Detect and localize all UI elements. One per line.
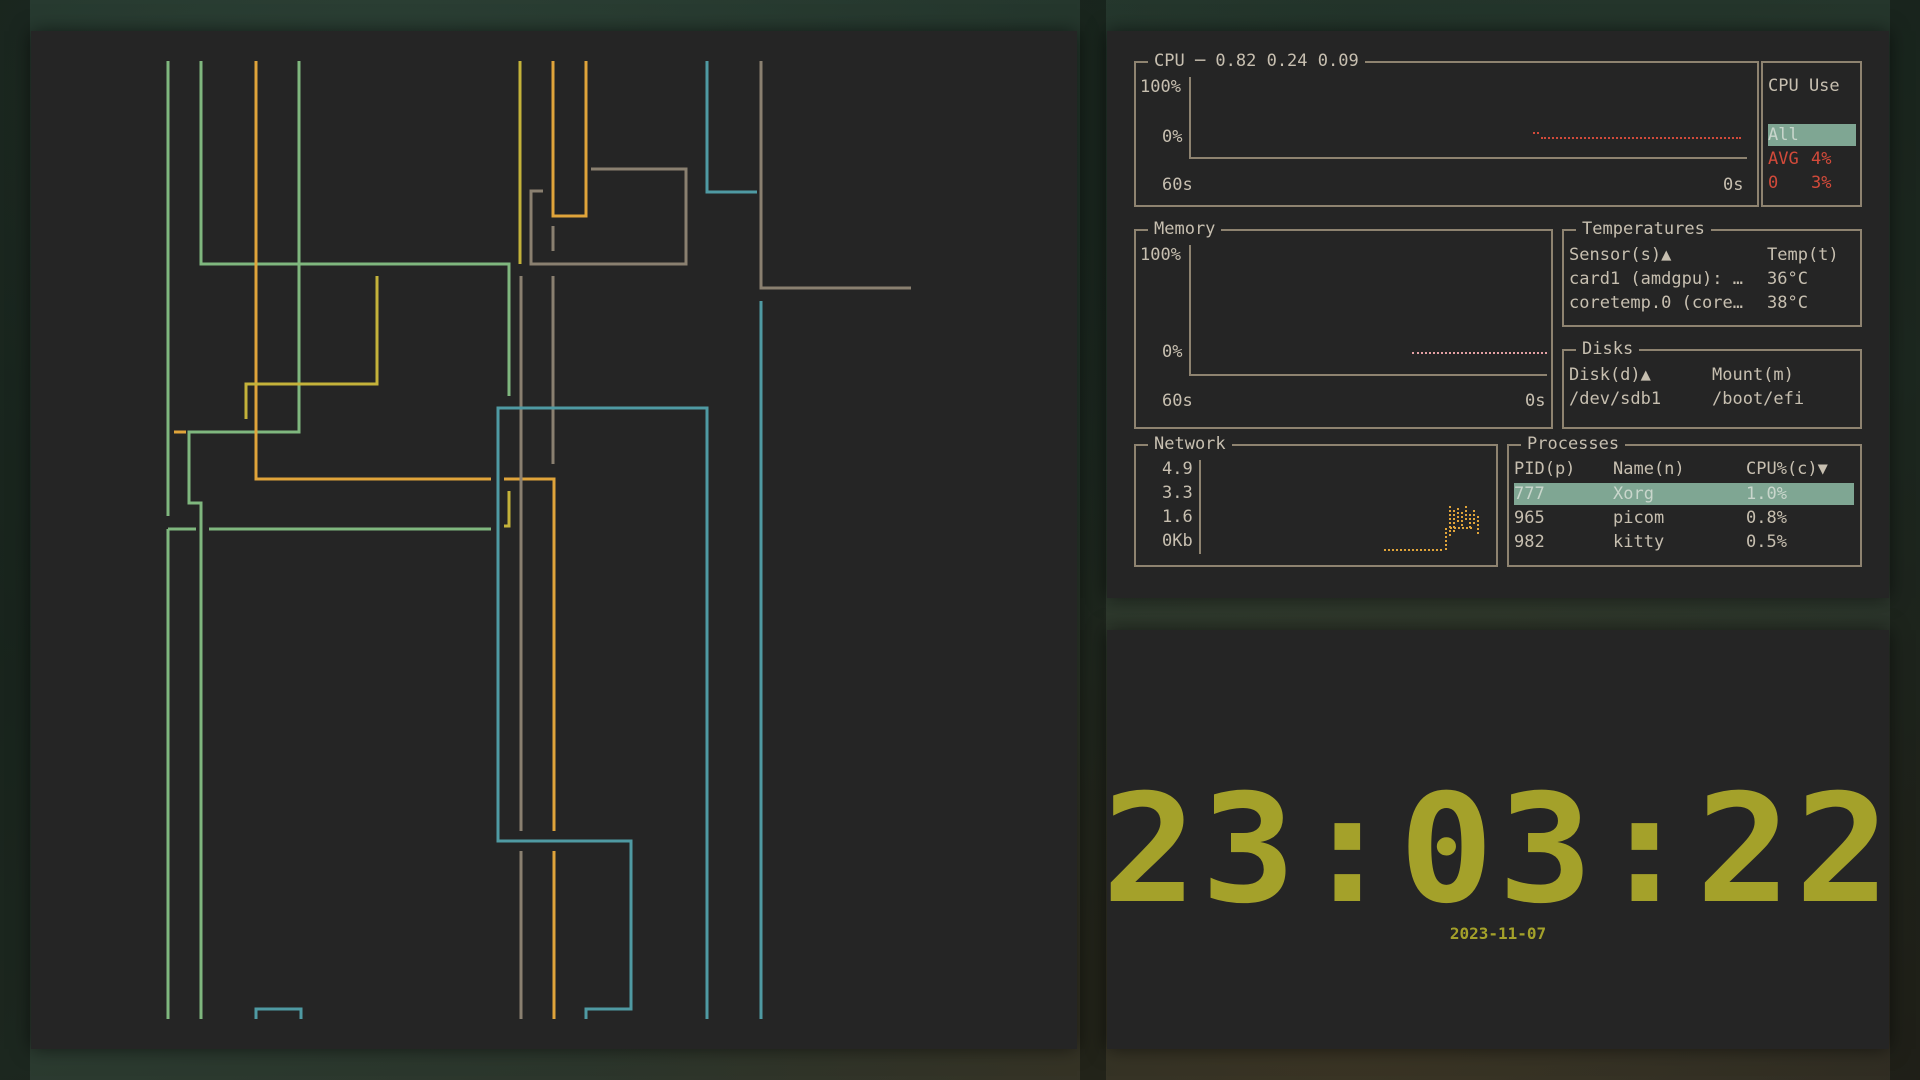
- process-pid: 777: [1514, 484, 1545, 504]
- network-tick-label: 4.9: [1162, 459, 1193, 479]
- process-name: picom: [1613, 508, 1665, 528]
- temperatures-header-temp[interactable]: Temp(t): [1767, 245, 1839, 265]
- cpu-usage-line: [1541, 137, 1741, 139]
- wallpaper-tree: [0, 0, 30, 1080]
- disks-panel-title: Disks: [1576, 339, 1640, 359]
- cpu-use-row-value: 3%: [1811, 173, 1832, 193]
- process-row-selected[interactable]: 777 Xorg 1.0%: [1514, 483, 1854, 505]
- process-row[interactable]: 982 kitty 0.5%: [1514, 531, 1854, 553]
- network-y-axis: [1199, 460, 1201, 554]
- pipe-orange: [254, 61, 491, 481]
- cpu-x-right-label: 0s: [1723, 175, 1744, 195]
- cpu-y-axis: [1189, 77, 1191, 159]
- memory-x-right-label: 0s: [1525, 391, 1546, 411]
- network-tick-label: 1.6: [1162, 507, 1193, 527]
- memory-y-axis: [1189, 245, 1191, 376]
- memory-x-axis: [1189, 374, 1547, 376]
- processes-panel-title: Processes: [1521, 434, 1626, 454]
- process-row[interactable]: 965 picom 0.8%: [1514, 507, 1854, 529]
- cpu-use-panel[interactable]: CPU Use All AVG 4% 0 3%: [1761, 61, 1862, 207]
- pipe-orange: [504, 477, 556, 831]
- network-panel[interactable]: Network 4.9 3.3 1.6 0Kb: [1134, 434, 1498, 567]
- disk-mount: /boot/efi: [1712, 389, 1805, 409]
- cpu-use-row-label: All: [1768, 125, 1799, 145]
- pipes-terminal-window[interactable]: [31, 31, 1077, 1049]
- process-cpu: 0.5%: [1746, 532, 1787, 552]
- temperature-value: 36°C: [1767, 269, 1808, 289]
- pipe-teal: [705, 61, 757, 194]
- cpu-use-row-value: 4%: [1811, 149, 1832, 169]
- temperature-sensor-name: card1 (amdgpu): …: [1569, 269, 1743, 289]
- temperature-value: 38°C: [1767, 293, 1808, 313]
- temperatures-panel[interactable]: Temperatures Sensor(s)▲ Temp(t) card1 (a…: [1562, 219, 1862, 327]
- disk-name: /dev/sdb1: [1569, 389, 1662, 409]
- memory-x-left-label: 60s: [1162, 391, 1193, 411]
- cpu-graph-panel[interactable]: CPU ─ 0.82 0.24 0.09 100% 0% 60s 0s: [1134, 51, 1759, 207]
- process-cpu: 0.8%: [1746, 508, 1787, 528]
- pipe-yellow: [504, 491, 511, 528]
- memory-graph-panel[interactable]: Memory 100% 0% 60s 0s: [1134, 219, 1553, 429]
- processes-header-pid[interactable]: PID(p): [1514, 459, 1575, 479]
- pipe-teal: [254, 1007, 303, 1019]
- temperature-sensor-name: coretemp.0 (core…: [1569, 293, 1743, 313]
- memory-panel-title: Memory: [1148, 219, 1222, 239]
- pipe-green: [199, 61, 511, 396]
- temperatures-panel-title: Temperatures: [1576, 219, 1711, 239]
- process-name: Xorg: [1613, 484, 1654, 504]
- cpu-x-axis: [1189, 157, 1747, 159]
- cpu-use-title: CPU Use: [1768, 76, 1840, 96]
- memory-usage-line: [1412, 352, 1547, 354]
- pipe-gray: [759, 61, 911, 290]
- temperatures-header-sensor[interactable]: Sensor(s)▲: [1569, 245, 1671, 265]
- disks-panel[interactable]: Disks Disk(d)▲ Mount(m) /dev/sdb1 /boot/…: [1562, 339, 1862, 429]
- process-pid: 982: [1514, 532, 1545, 552]
- process-pid: 965: [1514, 508, 1545, 528]
- cpu-use-row-label[interactable]: 0: [1768, 173, 1778, 193]
- cpu-use-row-all[interactable]: All: [1768, 124, 1856, 146]
- cpu-x-left-label: 60s: [1162, 175, 1193, 195]
- cpu-panel-title: CPU ─ 0.82 0.24 0.09: [1148, 51, 1365, 71]
- memory-y-min-label: 0%: [1162, 342, 1183, 362]
- pipe-orange: [551, 61, 588, 218]
- processes-panel[interactable]: Processes PID(p) Name(n) CPU%(c)▼ 777 Xo…: [1507, 434, 1862, 567]
- pipe-green: [187, 61, 301, 1019]
- pipe-teal: [496, 406, 709, 1019]
- pipe-yellow: [244, 276, 379, 419]
- network-activity-graph: [1384, 504, 1479, 551]
- process-cpu: 1.0%: [1746, 484, 1787, 504]
- bottom-monitor-window[interactable]: CPU ─ 0.82 0.24 0.09 100% 0% 60s 0s CPU …: [1107, 31, 1889, 598]
- clock-date: 2023-11-07: [1449, 924, 1547, 943]
- network-tick-label: 0Kb: [1162, 531, 1193, 551]
- memory-y-max-label: 100%: [1140, 245, 1181, 265]
- disks-header-disk[interactable]: Disk(d)▲: [1569, 365, 1651, 385]
- cpu-use-row-label[interactable]: AVG: [1768, 149, 1799, 169]
- clock-terminal-window[interactable]: 23:03:22 2023-11-07: [1102, 630, 1890, 1049]
- clock-time: 23:03:22: [1101, 763, 1895, 937]
- processes-header-name[interactable]: Name(n): [1613, 459, 1685, 479]
- processes-header-cpu[interactable]: CPU%(c)▼: [1746, 459, 1828, 479]
- cpu-y-min-label: 0%: [1162, 127, 1183, 147]
- network-panel-title: Network: [1148, 434, 1232, 454]
- network-tick-label: 3.3: [1162, 483, 1193, 503]
- disks-header-mount[interactable]: Mount(m): [1712, 365, 1794, 385]
- cpu-y-max-label: 100%: [1140, 77, 1181, 97]
- process-name: kitty: [1613, 532, 1665, 552]
- cpu-usage-spike: [1533, 132, 1539, 134]
- pipes-animation: [166, 61, 911, 1019]
